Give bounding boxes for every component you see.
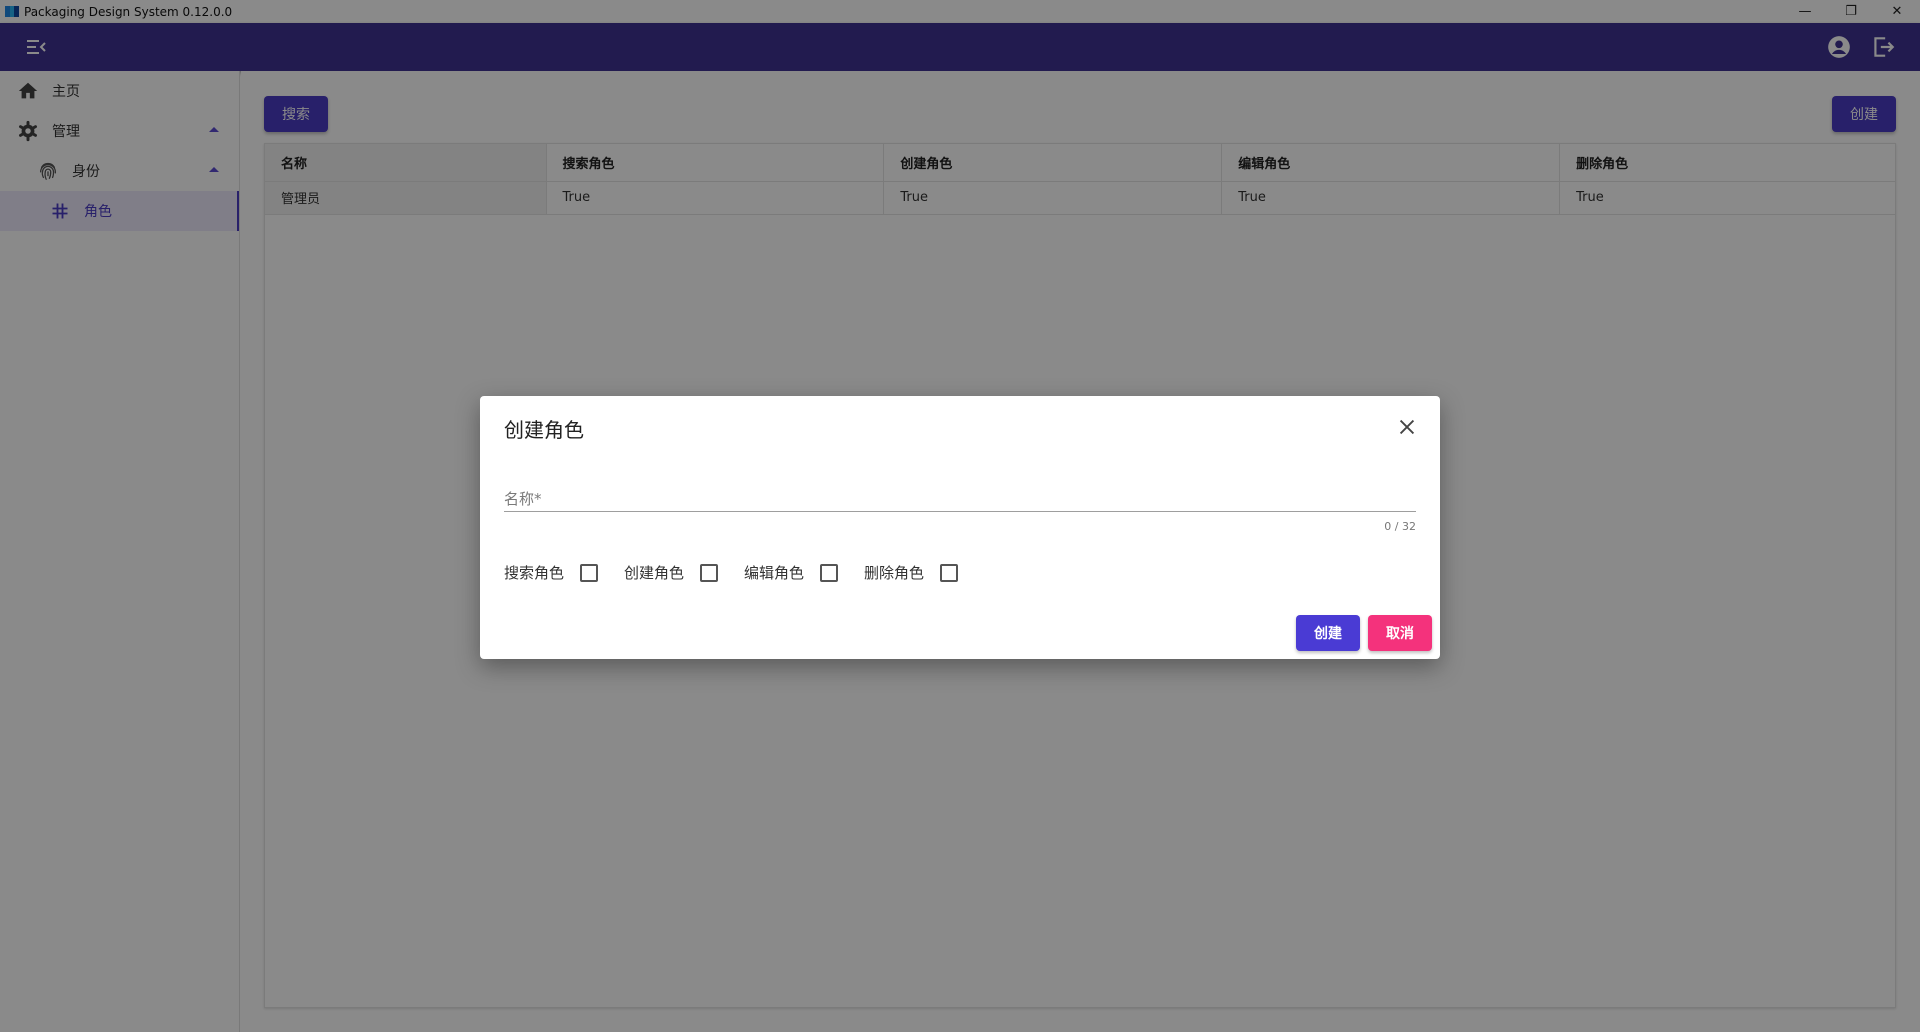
- character-counter: 0 / 32: [1384, 520, 1416, 533]
- create-role-dialog: 创建角色 名称* 0 / 32 搜索角色 创建角色 编辑角色 删除角色 创建 取…: [480, 396, 1440, 659]
- close-icon[interactable]: [1396, 416, 1418, 438]
- dialog-cancel-button[interactable]: 取消: [1368, 615, 1432, 651]
- dialog-create-button[interactable]: 创建: [1296, 615, 1360, 651]
- checkbox-label: 搜索角色: [504, 564, 565, 582]
- permission-delete-role[interactable]: 删除角色: [864, 562, 959, 583]
- name-field: 名称*: [504, 486, 1416, 512]
- name-input[interactable]: [504, 486, 1416, 510]
- create-role-checkbox[interactable]: [700, 563, 719, 582]
- permission-checkboxes: 搜索角色 创建角色 编辑角色 删除角色: [504, 562, 984, 583]
- permission-edit-role[interactable]: 编辑角色: [744, 562, 839, 583]
- search-role-checkbox[interactable]: [580, 563, 599, 582]
- edit-role-checkbox[interactable]: [820, 563, 839, 582]
- permission-search-role[interactable]: 搜索角色: [504, 562, 599, 583]
- dialog-title: 创建角色: [504, 418, 584, 442]
- checkbox-label: 删除角色: [864, 564, 925, 582]
- permission-create-role[interactable]: 创建角色: [624, 562, 719, 583]
- checkbox-label: 创建角色: [624, 564, 685, 582]
- checkbox-label: 编辑角色: [744, 564, 805, 582]
- delete-role-checkbox[interactable]: [940, 563, 959, 582]
